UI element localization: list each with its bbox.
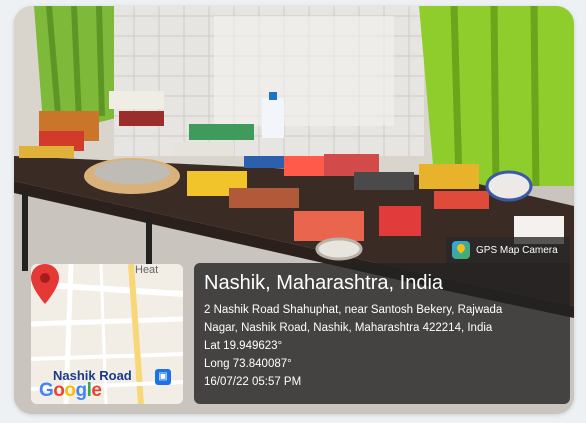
map-thumbnail: Heat Nashik Road Google ▣ (31, 264, 183, 404)
gps-map-camera-icon (452, 241, 470, 259)
location-pin-icon (31, 264, 59, 304)
address-line-1: 2 Nashik Road Shahuphat, near Santosh Be… (204, 304, 503, 316)
datetime: 16/07/22 05:57 PM (204, 376, 302, 388)
map-place-label-partial: Heat (135, 264, 159, 276)
location-title: Nashik, Maharashtra, India (204, 272, 444, 294)
location-info-panel: Nashik, Maharashtra, India 2 Nashik Road… (194, 263, 570, 404)
app-name: GPS Map Camera (476, 244, 558, 256)
gps-map-camera-badge: GPS Map Camera (446, 237, 570, 263)
latitude: Lat 19.949623° (204, 340, 283, 352)
photo-card: GPS Map Camera Heat Nashik Road Google ▣… (14, 6, 574, 414)
transit-icon: ▣ (155, 369, 171, 385)
longitude: Long 73.840087° (204, 358, 292, 370)
address-line-2: Nagar, Nashik Road, Nashik, Maharashtra … (204, 322, 493, 334)
google-logo: Google (39, 380, 102, 401)
